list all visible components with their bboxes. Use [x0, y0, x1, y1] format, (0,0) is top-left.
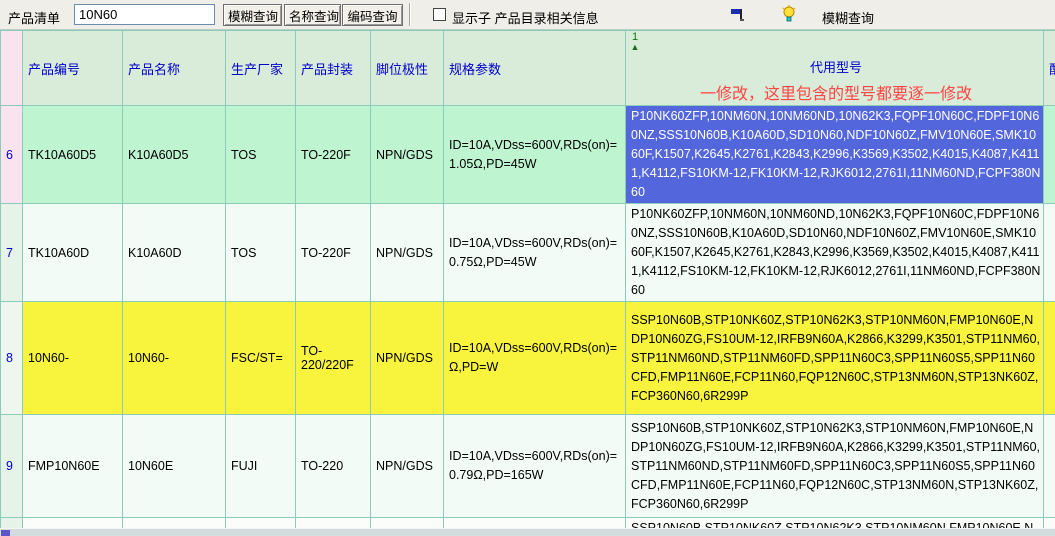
cell-substitutes[interactable]: SSP10N60B,STP10NK60Z,STP10N62K3,STP10NM6… — [626, 302, 1044, 415]
search-input[interactable] — [74, 4, 215, 25]
col-product-name: 产品名称 — [123, 31, 226, 106]
horizontal-scrollbar[interactable] — [0, 528, 1055, 536]
cell-package[interactable]: TO-220F — [296, 204, 371, 302]
flag-icon[interactable] — [730, 7, 746, 23]
cell-product-id[interactable]: TK10A60D — [23, 204, 123, 302]
table-row: 7 TK10A60D K10A60D TOS TO-220F NPN/GDS I… — [1, 204, 1055, 302]
col-polarity: 脚位极性 — [371, 31, 444, 106]
cell-product-name[interactable]: K10A60D5 — [123, 106, 226, 204]
cell-polarity[interactable]: NPN/GDS — [371, 302, 444, 415]
product-list-label: 产品清单 — [8, 8, 60, 27]
row-number-header — [1, 31, 23, 106]
toolbar-separator — [409, 3, 411, 26]
table-row: 9 FMP10N60E 10N60E FUJI TO-220 NPN/GDS I… — [1, 415, 1055, 518]
col-product-id: 产品编号 — [23, 31, 123, 106]
col-package: 产品封装 — [296, 31, 371, 106]
cell-substitutes[interactable]: P10NK60ZFP,10NM60N,10NM60ND,10N62K3,FQPF… — [626, 204, 1044, 302]
cell-clipped[interactable] — [1044, 302, 1055, 415]
cell-polarity[interactable]: NPN/GDS — [371, 106, 444, 204]
cell-product-name[interactable]: 10N60E — [123, 415, 226, 518]
marker-arrow-icon: ▲ — [628, 43, 642, 52]
cell-product-id[interactable]: TK10A60D5 — [23, 106, 123, 204]
show-sub-catalog-checkbox[interactable] — [433, 8, 446, 21]
edit-warning-note: 一修改，这里包含的型号都要逐一修改 — [631, 80, 1041, 104]
cell-product-id[interactable]: 10N60- — [23, 302, 123, 415]
cell-spec[interactable]: ID=10A,VDss=600V,RDs(on)=1.05Ω,PD=45W — [444, 106, 626, 204]
fuzzy-query-button[interactable]: 模糊查询 — [223, 4, 282, 26]
code-query-button[interactable]: 编码查询 — [342, 4, 403, 26]
cell-product-id[interactable]: FMP10N60E — [23, 415, 123, 518]
column-annotation-marker: 1 ▲ — [628, 32, 642, 52]
col-clipped: 配 — [1044, 31, 1055, 106]
col-substitutes: 1 ▲ 代用型号 一修改，这里包含的型号都要逐一修改 — [626, 31, 1044, 106]
row-number[interactable]: 9 — [1, 415, 23, 518]
cell-product-name[interactable]: K10A60D — [123, 204, 226, 302]
cell-clipped[interactable] — [1044, 204, 1055, 302]
cell-polarity[interactable]: NPN/GDS — [371, 415, 444, 518]
cell-substitutes[interactable]: SSP10N60B,STP10NK60Z,STP10N62K3,STP10NM6… — [626, 415, 1044, 518]
fuzzy-query-caption: 模糊查询 — [822, 8, 874, 27]
cell-product-name[interactable]: 10N60- — [123, 302, 226, 415]
header-row: 产品编号 产品名称 生产厂家 产品封装 脚位极性 规格参数 1 ▲ 代用型号 一… — [1, 31, 1055, 106]
row-number[interactable]: 8 — [1, 302, 23, 415]
table-row-highlighted: 8 10N60- 10N60- FSC/ST= TO-220/220F NPN/… — [1, 302, 1055, 415]
name-query-button[interactable]: 名称查询 — [284, 4, 341, 26]
col-spec: 规格参数 — [444, 31, 626, 106]
show-sub-catalog-label[interactable]: 显示子 产品目录相关信息 — [452, 8, 599, 27]
cell-spec[interactable]: ID=10A,VDss=600V,RDs(on)=Ω,PD=W — [444, 302, 626, 415]
cell-spec[interactable]: ID=10A,VDss=600V,RDs(on)=0.79Ω,PD=165W — [444, 415, 626, 518]
lightbulb-icon[interactable] — [781, 5, 797, 21]
row-number[interactable]: 7 — [1, 204, 23, 302]
cell-package[interactable]: TO-220 — [296, 415, 371, 518]
cell-package[interactable]: TO-220F — [296, 106, 371, 204]
cell-package[interactable]: TO-220/220F — [296, 302, 371, 415]
cell-manufacturer[interactable]: TOS — [226, 204, 296, 302]
cell-clipped[interactable] — [1044, 415, 1055, 518]
query-toolbar: 产品清单 模糊查询 名称查询 编码查询 显示子 产品目录相关信息 模糊查询 — [0, 0, 1055, 30]
scrollbar-thumb[interactable] — [1, 530, 10, 536]
cell-substitutes-selected[interactable]: P10NK60ZFP,10NM60N,10NM60ND,10N62K3,FQPF… — [626, 106, 1044, 204]
col-manufacturer: 生产厂家 — [226, 31, 296, 106]
cell-manufacturer[interactable]: FSC/ST= — [226, 302, 296, 415]
app-window: 产品清单 模糊查询 名称查询 编码查询 显示子 产品目录相关信息 模糊查询 — [0, 0, 1055, 536]
cell-spec[interactable]: ID=10A,VDss=600V,RDs(on)=0.75Ω,PD=45W — [444, 204, 626, 302]
cell-clipped[interactable] — [1044, 106, 1055, 204]
cell-manufacturer[interactable]: TOS — [226, 106, 296, 204]
cell-manufacturer[interactable]: FUJI — [226, 415, 296, 518]
product-table: 产品编号 产品名称 生产厂家 产品封装 脚位极性 规格参数 1 ▲ 代用型号 一… — [0, 30, 1055, 536]
substitutes-title: 代用型号 — [631, 57, 1041, 76]
table-row: 6 TK10A60D5 K10A60D5 TOS TO-220F NPN/GDS… — [1, 106, 1055, 204]
cell-polarity[interactable]: NPN/GDS — [371, 204, 444, 302]
row-number[interactable]: 6 — [1, 106, 23, 204]
